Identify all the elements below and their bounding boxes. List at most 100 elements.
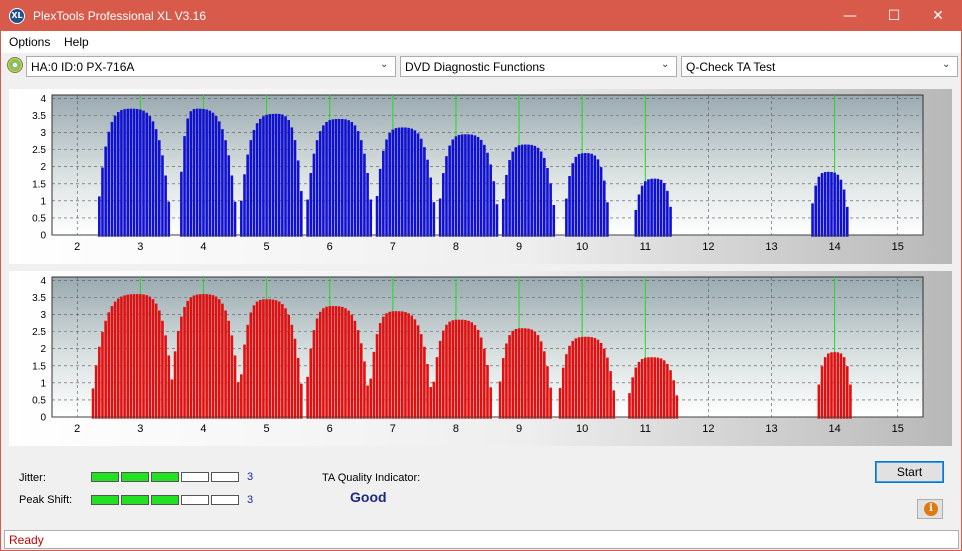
menu-help[interactable]: Help [64, 35, 89, 49]
jitter-chart-bar [249, 140, 253, 237]
jitter-chart-bar [593, 155, 597, 237]
peak-shift-chart-bar [230, 335, 234, 419]
jitter-chart-bar [549, 183, 552, 237]
jitter-chart-bar [388, 132, 391, 237]
test-select[interactable]: Q-Check TA Test ⌄ [681, 56, 958, 77]
jitter-chart-bar [508, 160, 511, 237]
jitter-chart-bar [584, 153, 587, 237]
jitter-chart-bar [318, 131, 322, 237]
jitter-chart-bar [546, 168, 549, 237]
jitter-chart-bar [290, 127, 294, 237]
jitter-chart-bar [98, 196, 101, 237]
peak-shift-chart-bar [296, 358, 300, 419]
start-button[interactable]: Start [875, 461, 944, 483]
jitter-value: 3 [247, 471, 254, 483]
chevron-down-icon: ⌄ [942, 59, 951, 70]
peak-shift-chart-y-tick-label: 0 [40, 413, 46, 424]
jitter-chart-bar [157, 140, 161, 237]
jitter-chart-x-tick-label: 11 [640, 241, 651, 253]
jitter-chart-x-tick-label: 10 [576, 241, 588, 253]
peak-shift-chart-x-tick-label: 7 [390, 423, 396, 435]
jitter-chart-bar [647, 179, 650, 237]
peak-shift-chart-x-tick-label: 10 [576, 423, 588, 435]
jitter-chart-bar [451, 139, 455, 237]
jitter-chart-bar [445, 156, 448, 237]
jitter-chart-bar [580, 153, 584, 237]
jitter-chart-bar [419, 138, 423, 237]
peak-shift-chart-bar [281, 304, 284, 419]
jitter-chart-bar [255, 123, 259, 237]
peak-shift-chart-bar [255, 301, 259, 419]
peak-shift-chart-bar [400, 311, 404, 419]
peak-shift-chart-bar [164, 335, 167, 419]
jitter-chart-bar [602, 180, 606, 237]
minimize-button[interactable]: — [827, 1, 873, 31]
peak-shift-chart-bar [473, 325, 477, 419]
jitter-chart-bar [334, 118, 338, 237]
drive-select[interactable]: HA:0 ID:0 PX-716A ⌄ [26, 56, 396, 77]
maximize-button[interactable]: ☐ [871, 1, 917, 31]
peak-shift-chart-bar [145, 295, 148, 419]
jitter-chart-y-tick-label: 1.5 [32, 179, 46, 190]
peak-shift-chart-bar [830, 352, 833, 419]
menu-options[interactable]: Options [9, 35, 50, 49]
peak-shift-chart-bar [240, 374, 243, 419]
peak-shift-chart-bar [599, 342, 603, 419]
peak-shift-chart: 0 0.5 1 1.5 2 2.5 3 3.5 4 2 3 4 5 6 7 8 9 10 11 12 13 14 15 [32, 276, 924, 435]
peak-shift-chart-bar [640, 359, 644, 419]
close-button[interactable]: ✕ [915, 1, 961, 31]
peak-shift-chart-bar [366, 385, 369, 419]
jitter-chart-bar [246, 154, 249, 237]
info-button[interactable]: i [917, 499, 943, 519]
peak-shift-meter-segment [121, 495, 149, 505]
peak-shift-chart-bar [530, 329, 533, 419]
peak-shift-chart-bar [394, 311, 398, 419]
peak-shift-chart-bar [300, 383, 303, 419]
peak-shift-chart-bar [823, 357, 827, 419]
jitter-chart-bar [101, 167, 104, 237]
peak-shift-chart-bar [413, 319, 417, 419]
jitter-chart-bar [486, 152, 489, 237]
peak-shift-chart-bar [116, 298, 120, 419]
peak-shift-chart-bar [221, 303, 224, 419]
jitter-chart-bar [426, 159, 429, 237]
peak-shift-chart-bar [650, 357, 653, 419]
peak-shift-chart-bar [359, 343, 363, 419]
jitter-chart-bar [407, 127, 410, 237]
jitter-chart-bar [123, 109, 126, 237]
peak-shift-chart-bar [110, 306, 114, 419]
jitter-chart-bar [369, 199, 373, 237]
peak-shift-chart-bar [199, 294, 202, 419]
jitter-chart-bar [479, 139, 483, 237]
peak-shift-chart-bar [195, 294, 199, 419]
jitter-chart-bar [599, 167, 603, 237]
jitter-chart-bar [347, 120, 350, 237]
peak-shift-chart-bar [211, 295, 215, 419]
peak-shift-chart-bar [315, 318, 319, 419]
peak-shift-chart-bar [101, 332, 104, 419]
function-select[interactable]: DVD Diagnostic Functions ⌄ [400, 56, 677, 77]
peak-shift-chart-y-tick-label: 2 [40, 344, 46, 355]
peak-shift-chart-bar [659, 358, 663, 419]
peak-shift-chart-bar [236, 382, 240, 419]
peak-shift-chart-bar [372, 351, 376, 419]
jitter-chart: 0 0.5 1 1.5 2 2.5 3 3.5 4 2 3 4 5 6 7 8 9 10 11 12 13 14 15 [32, 94, 924, 253]
peak-shift-chart-bar [817, 384, 821, 419]
peak-shift-chart-bar [98, 346, 101, 419]
peak-shift-chart-bar [385, 313, 388, 419]
jitter-chart-y-tick-label: 1 [40, 196, 46, 207]
peak-shift-chart-bar [363, 361, 366, 419]
jitter-chart-bar [287, 120, 290, 237]
peak-shift-chart-bar [290, 324, 294, 419]
jitter-chart-bar [145, 112, 148, 237]
peak-shift-chart-bar [356, 330, 360, 419]
peak-shift-chart-bar [849, 384, 852, 419]
peak-shift-chart-bar [580, 336, 584, 419]
jitter-chart-bar [536, 147, 540, 237]
jitter-chart-bar [473, 135, 477, 237]
jitter-chart-bar [221, 129, 224, 237]
jitter-chart-bar [309, 172, 313, 237]
jitter-chart-bar [839, 179, 843, 237]
jitter-chart-bar [129, 108, 133, 237]
jitter-chart-x-tick-label: 13 [765, 241, 777, 253]
